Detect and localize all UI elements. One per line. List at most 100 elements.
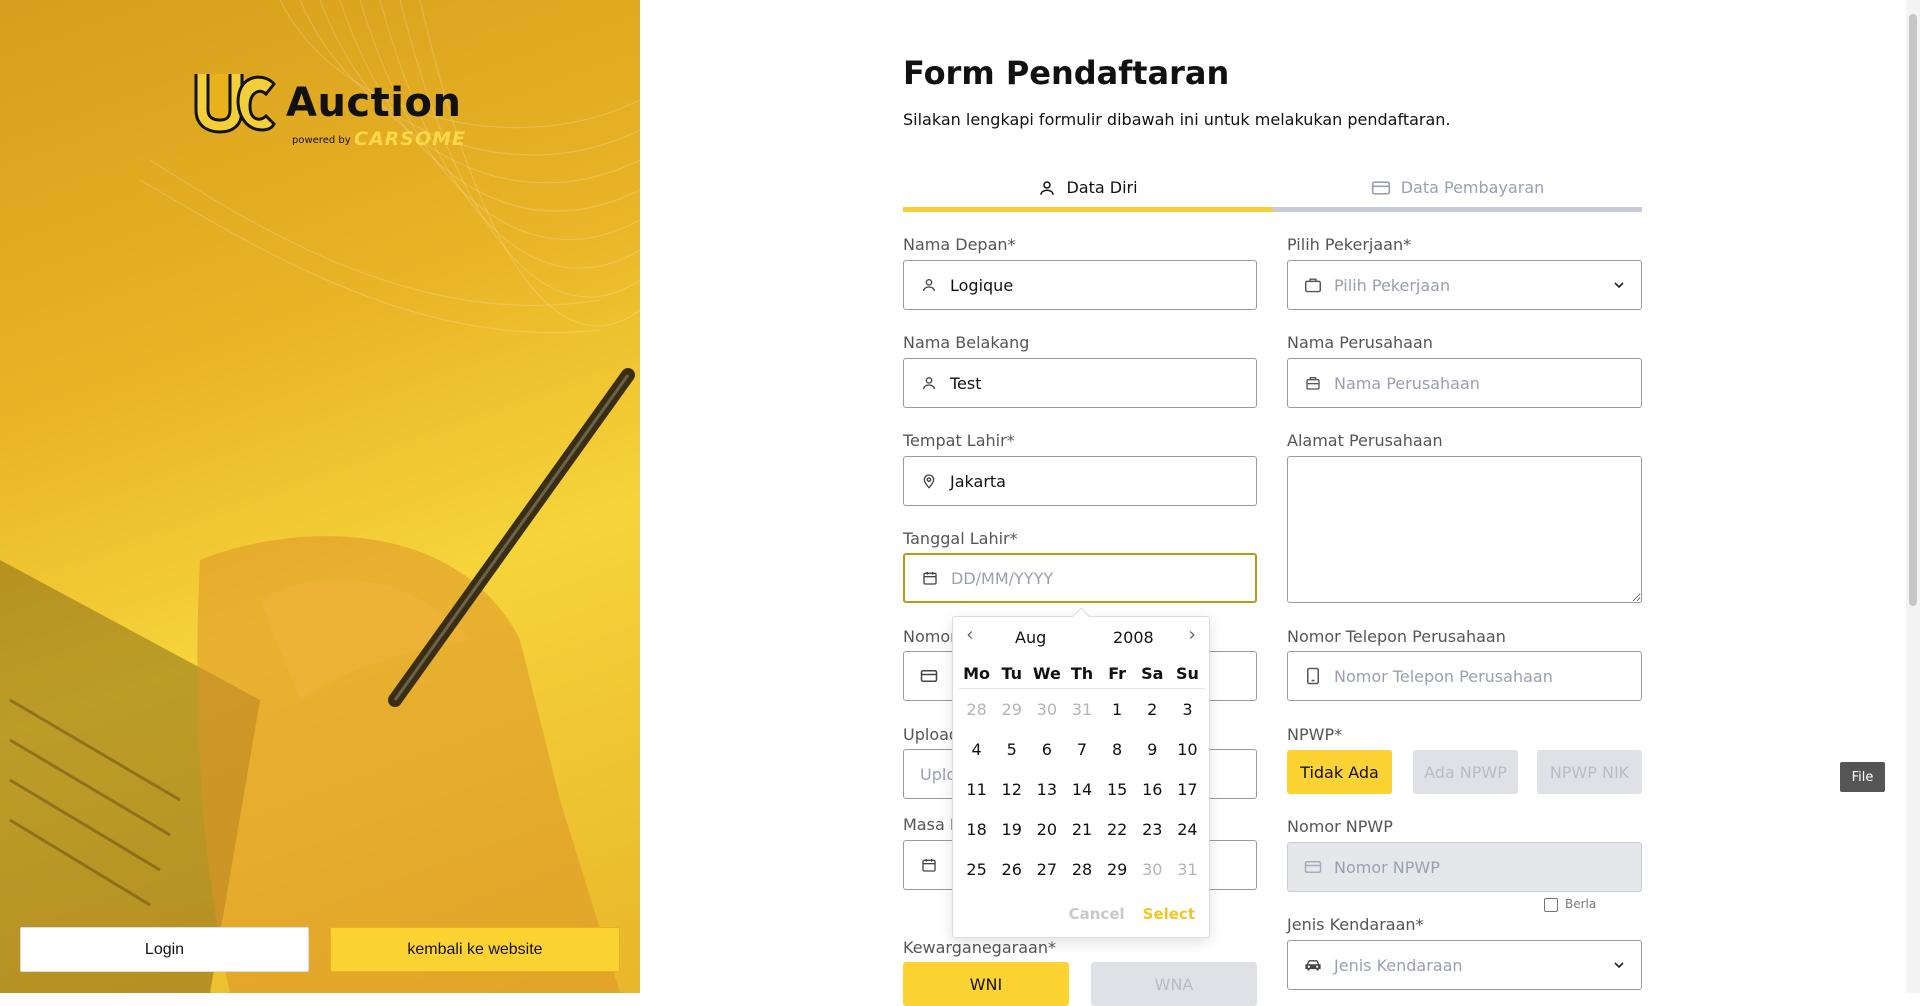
tab-data-diri[interactable]: Data Diri xyxy=(903,168,1273,212)
birthplace-value: Jakarta xyxy=(950,471,1006,491)
chevron-down-icon xyxy=(1611,277,1627,297)
calendar-day[interactable]: 17 xyxy=(1170,780,1205,799)
last-name-field[interactable]: Test xyxy=(903,358,1257,408)
vehicle-type-select[interactable]: Jenis Kendaraan xyxy=(1287,940,1642,990)
calendar-day[interactable]: 30 xyxy=(1029,700,1064,719)
calendar-day[interactable]: 30 xyxy=(1135,860,1170,879)
calendar-day[interactable]: 28 xyxy=(959,700,994,719)
calendar-week-row: 18 19 20 21 22 23 24 xyxy=(959,809,1205,849)
calendar-day[interactable]: 15 xyxy=(1100,780,1135,799)
last-name-value: Test xyxy=(950,373,982,393)
calendar-day[interactable]: 12 xyxy=(994,780,1029,799)
weekday-label: We xyxy=(1032,664,1061,683)
calendar-day[interactable]: 26 xyxy=(994,860,1029,879)
citizenship-wni-button[interactable]: WNI xyxy=(903,962,1069,1006)
calendar-day[interactable]: 4 xyxy=(959,740,994,759)
birthdate-label: Tanggal Lahir* xyxy=(903,529,1018,548)
calendar-day[interactable]: 20 xyxy=(1029,820,1064,839)
calendar-day[interactable]: 25 xyxy=(959,860,994,879)
npwp-nik-button[interactable]: NPWP NIK xyxy=(1537,750,1642,794)
calendar-day[interactable]: 28 xyxy=(1064,860,1099,879)
choose-file-button[interactable]: File xyxy=(1840,762,1885,792)
weekday-label: Fr xyxy=(1108,664,1127,683)
npwp-has-button[interactable]: Ada NPWP xyxy=(1413,750,1518,794)
vehicle-type-placeholder: Jenis Kendaraan xyxy=(1334,955,1463,975)
calendar-day[interactable]: 3 xyxy=(1170,700,1205,719)
calendar-day[interactable]: 13 xyxy=(1029,780,1064,799)
calendar-day[interactable]: 9 xyxy=(1135,740,1170,759)
company-phone-field[interactable]: Nomor Telepon Perusahaan xyxy=(1287,651,1642,701)
tab-data-pembayaran[interactable]: Data Pembayaran xyxy=(1273,168,1642,212)
calendar-day[interactable]: 22 xyxy=(1100,820,1135,839)
vehicle-type-label: Jenis Kendaraan* xyxy=(1287,915,1424,934)
npwp-number-field[interactable]: Nomor NPWP xyxy=(1287,842,1642,892)
calendar-day[interactable]: 31 xyxy=(1170,860,1205,879)
calendar-day[interactable]: 21 xyxy=(1064,820,1099,839)
lifetime-checkbox[interactable] xyxy=(1544,898,1558,912)
calendar-day[interactable]: 29 xyxy=(994,700,1029,719)
calendar-day[interactable]: 7 xyxy=(1064,740,1099,759)
back-to-website-button[interactable]: kembali ke website xyxy=(330,927,620,972)
calendar-day[interactable]: 10 xyxy=(1170,740,1205,759)
last-name-label: Nama Belakang xyxy=(903,333,1030,352)
calendar-day[interactable]: 23 xyxy=(1135,820,1170,839)
calendar-day[interactable]: 27 xyxy=(1029,860,1064,879)
calendar-day[interactable]: 16 xyxy=(1135,780,1170,799)
calendar-day[interactable]: 5 xyxy=(994,740,1029,759)
birthdate-field[interactable]: DD/MM/YYYY xyxy=(903,553,1257,603)
card-icon xyxy=(1304,858,1322,876)
calendar-day[interactable]: 6 xyxy=(1029,740,1064,759)
company-name-label: Nama Perusahaan xyxy=(1287,333,1433,352)
date-picker-footer: Cancel Select xyxy=(1069,905,1195,923)
birthplace-field[interactable]: Jakarta xyxy=(903,456,1257,506)
occupation-select[interactable]: Pilih Pekerjaan xyxy=(1287,260,1642,310)
partner-logo: CARSOME xyxy=(354,128,467,150)
phone-icon xyxy=(1304,667,1322,685)
calendar-week-row: 11 12 13 14 15 16 17 xyxy=(959,769,1205,809)
calendar-day[interactable]: 14 xyxy=(1064,780,1099,799)
weekday-label: Th xyxy=(1070,664,1094,683)
cancel-button[interactable]: Cancel xyxy=(1069,905,1125,923)
calendar-day[interactable]: 24 xyxy=(1170,820,1205,839)
login-button[interactable]: Login xyxy=(20,927,309,972)
tab-label: Data Diri xyxy=(1066,178,1138,197)
tab-label: Data Pembayaran xyxy=(1400,178,1545,197)
company-address-textarea[interactable] xyxy=(1287,456,1642,603)
building-icon xyxy=(1304,374,1322,392)
uc-logo-icon xyxy=(194,74,276,134)
select-button[interactable]: Select xyxy=(1143,905,1195,923)
decorative-waves xyxy=(0,0,640,993)
calendar-day[interactable]: 8 xyxy=(1100,740,1135,759)
npwp-number-placeholder: Nomor NPWP xyxy=(1334,857,1440,877)
npwp-none-button[interactable]: Tidak Ada xyxy=(1287,750,1392,794)
chevron-down-icon xyxy=(1611,957,1627,977)
weekday-label: Su xyxy=(1175,664,1199,683)
location-pin-icon xyxy=(920,472,938,490)
brand-name: Auction xyxy=(286,80,462,126)
birthplace-label: Tempat Lahir* xyxy=(903,431,1015,450)
calendar-day[interactable]: 1 xyxy=(1100,700,1135,719)
calendar-day[interactable]: 19 xyxy=(994,820,1029,839)
calendar-day[interactable]: 29 xyxy=(1100,860,1135,879)
calendar-day[interactable]: 2 xyxy=(1135,700,1170,719)
company-name-field[interactable]: Nama Perusahaan xyxy=(1287,358,1642,408)
calendar-grid: Mo Tu We Th Fr Sa Su 28 29 30 31 1 2 3 4 5 6 7 8 9 10 11 12 13 1… xyxy=(959,659,1205,889)
lifetime-checkbox-label: Berla xyxy=(1565,897,1597,911)
calendar-week-row: 4 5 6 7 8 9 10 xyxy=(959,729,1205,769)
calendar-day[interactable]: 18 xyxy=(959,820,994,839)
first-name-value: Logique xyxy=(950,275,1014,295)
weekday-label: Tu xyxy=(1001,664,1022,683)
citizenship-wna-button[interactable]: WNA xyxy=(1091,962,1257,1006)
powered-by-text: powered by xyxy=(292,135,351,146)
calendar-day[interactable]: 31 xyxy=(1064,700,1099,719)
year-selector[interactable]: 2008 xyxy=(1113,628,1154,647)
chevron-left-icon[interactable] xyxy=(963,627,977,647)
month-selector[interactable]: Aug xyxy=(1015,628,1046,647)
page-scrollbar[interactable] xyxy=(1906,0,1920,993)
scrollbar-thumb[interactable] xyxy=(1909,14,1917,606)
birthdate-placeholder: DD/MM/YYYY xyxy=(951,568,1054,588)
calendar-day[interactable]: 11 xyxy=(959,780,994,799)
chevron-right-icon[interactable] xyxy=(1185,627,1199,647)
first-name-field[interactable]: Logique xyxy=(903,260,1257,310)
calendar-week-row: 25 26 27 28 29 30 31 xyxy=(959,849,1205,889)
